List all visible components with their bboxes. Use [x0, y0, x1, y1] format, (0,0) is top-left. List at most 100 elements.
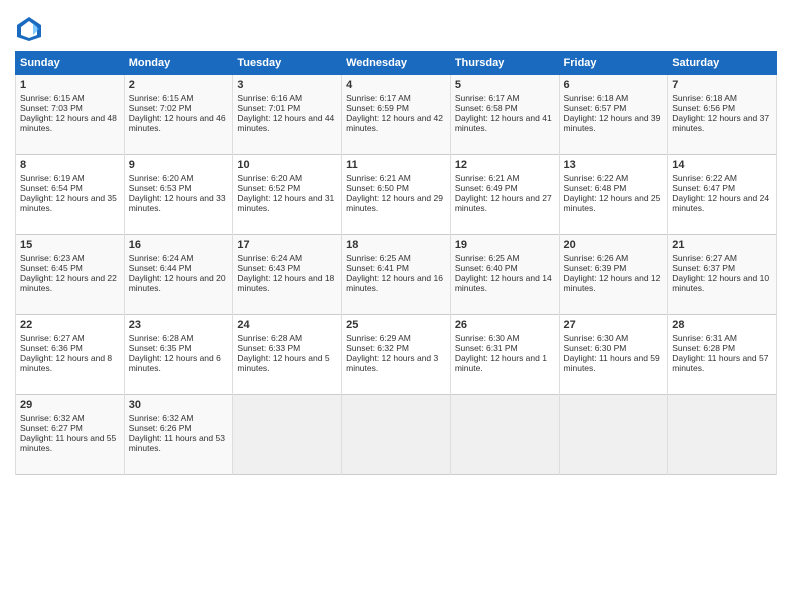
daylight-label: Daylight: 12 hours and 39 minutes.	[564, 113, 661, 133]
cell-3-2: 16Sunrise: 6:24 AMSunset: 6:44 PMDayligh…	[124, 235, 233, 315]
cell-5-5	[450, 395, 559, 475]
cell-1-5: 5Sunrise: 6:17 AMSunset: 6:58 PMDaylight…	[450, 75, 559, 155]
cell-3-4: 18Sunrise: 6:25 AMSunset: 6:41 PMDayligh…	[342, 235, 451, 315]
sunrise-label: Sunrise: 6:15 AM	[129, 93, 194, 103]
day-number: 29	[20, 399, 120, 411]
sunrise-label: Sunrise: 6:31 AM	[672, 333, 737, 343]
sunrise-label: Sunrise: 6:28 AM	[129, 333, 194, 343]
sunset-label: Sunset: 6:30 PM	[564, 343, 627, 353]
daylight-label: Daylight: 12 hours and 8 minutes.	[20, 353, 112, 373]
cell-4-4: 25Sunrise: 6:29 AMSunset: 6:32 PMDayligh…	[342, 315, 451, 395]
sunset-label: Sunset: 6:57 PM	[564, 103, 627, 113]
cell-2-4: 11Sunrise: 6:21 AMSunset: 6:50 PMDayligh…	[342, 155, 451, 235]
day-number: 8	[20, 159, 120, 171]
week-row-2: 8Sunrise: 6:19 AMSunset: 6:54 PMDaylight…	[16, 155, 777, 235]
daylight-label: Daylight: 12 hours and 24 minutes.	[672, 193, 769, 213]
daylight-label: Daylight: 12 hours and 6 minutes.	[129, 353, 221, 373]
sunrise-label: Sunrise: 6:30 AM	[564, 333, 629, 343]
daylight-label: Daylight: 12 hours and 16 minutes.	[346, 273, 443, 293]
logo	[15, 15, 47, 43]
daylight-label: Daylight: 11 hours and 57 minutes.	[672, 353, 768, 373]
daylight-label: Daylight: 12 hours and 35 minutes.	[20, 193, 117, 213]
sunrise-label: Sunrise: 6:32 AM	[129, 413, 194, 423]
sunset-label: Sunset: 6:45 PM	[20, 263, 83, 273]
daylight-label: Daylight: 12 hours and 29 minutes.	[346, 193, 443, 213]
sunrise-label: Sunrise: 6:27 AM	[20, 333, 85, 343]
day-number: 23	[129, 319, 229, 331]
sunrise-label: Sunrise: 6:20 AM	[237, 173, 302, 183]
sunset-label: Sunset: 6:58 PM	[455, 103, 518, 113]
daylight-label: Daylight: 12 hours and 14 minutes.	[455, 273, 552, 293]
week-row-3: 15Sunrise: 6:23 AMSunset: 6:45 PMDayligh…	[16, 235, 777, 315]
daylight-label: Daylight: 12 hours and 41 minutes.	[455, 113, 552, 133]
sunset-label: Sunset: 6:59 PM	[346, 103, 409, 113]
sunset-label: Sunset: 6:39 PM	[564, 263, 627, 273]
sunrise-label: Sunrise: 6:21 AM	[455, 173, 520, 183]
sunset-label: Sunset: 6:37 PM	[672, 263, 735, 273]
cell-1-7: 7Sunrise: 6:18 AMSunset: 6:56 PMDaylight…	[668, 75, 777, 155]
sunset-label: Sunset: 6:56 PM	[672, 103, 735, 113]
sunset-label: Sunset: 6:53 PM	[129, 183, 192, 193]
day-number: 12	[455, 159, 555, 171]
cell-2-7: 14Sunrise: 6:22 AMSunset: 6:47 PMDayligh…	[668, 155, 777, 235]
sunrise-label: Sunrise: 6:18 AM	[564, 93, 629, 103]
sunset-label: Sunset: 6:47 PM	[672, 183, 735, 193]
cell-5-3	[233, 395, 342, 475]
cell-2-5: 12Sunrise: 6:21 AMSunset: 6:49 PMDayligh…	[450, 155, 559, 235]
daylight-label: Daylight: 12 hours and 1 minute.	[455, 353, 547, 373]
daylight-label: Daylight: 12 hours and 44 minutes.	[237, 113, 334, 133]
day-number: 10	[237, 159, 337, 171]
sunrise-label: Sunrise: 6:32 AM	[20, 413, 85, 423]
cell-1-3: 3Sunrise: 6:16 AMSunset: 7:01 PMDaylight…	[233, 75, 342, 155]
daylight-label: Daylight: 12 hours and 27 minutes.	[455, 193, 552, 213]
cell-3-1: 15Sunrise: 6:23 AMSunset: 6:45 PMDayligh…	[16, 235, 125, 315]
sunset-label: Sunset: 6:52 PM	[237, 183, 300, 193]
sunset-label: Sunset: 6:31 PM	[455, 343, 518, 353]
sunrise-label: Sunrise: 6:29 AM	[346, 333, 411, 343]
calendar-table: SundayMondayTuesdayWednesdayThursdayFrid…	[15, 51, 777, 475]
daylight-label: Daylight: 12 hours and 10 minutes.	[672, 273, 769, 293]
sunrise-label: Sunrise: 6:18 AM	[672, 93, 737, 103]
sunrise-label: Sunrise: 6:17 AM	[346, 93, 411, 103]
sunrise-label: Sunrise: 6:24 AM	[237, 253, 302, 263]
week-row-1: 1 Sunrise: 6:15 AM Sunset: 7:03 PM Daylight…	[16, 75, 777, 155]
sunset-label: Sunset: 7:03 PM	[20, 103, 83, 113]
daylight-label: Daylight: 12 hours and 3 minutes.	[346, 353, 438, 373]
page: SundayMondayTuesdayWednesdayThursdayFrid…	[0, 0, 792, 612]
daylight-label: Daylight: 11 hours and 55 minutes.	[20, 433, 116, 453]
col-header-monday: Monday	[124, 52, 233, 75]
day-number: 18	[346, 239, 446, 251]
sunset-label: Sunset: 6:33 PM	[237, 343, 300, 353]
day-number: 9	[129, 159, 229, 171]
week-row-5: 29Sunrise: 6:32 AMSunset: 6:27 PMDayligh…	[16, 395, 777, 475]
sunrise-label: Sunrise: 6:16 AM	[237, 93, 302, 103]
cell-4-5: 26Sunrise: 6:30 AMSunset: 6:31 PMDayligh…	[450, 315, 559, 395]
daylight-label: Daylight: 12 hours and 22 minutes.	[20, 273, 117, 293]
sunrise-label: Sunrise: 6:24 AM	[129, 253, 194, 263]
day-number: 24	[237, 319, 337, 331]
daylight-label: Daylight: 12 hours and 25 minutes.	[564, 193, 661, 213]
col-header-friday: Friday	[559, 52, 668, 75]
day-number: 3	[237, 79, 337, 91]
daylight-label: Daylight: 12 hours and 37 minutes.	[672, 113, 769, 133]
day-number: 25	[346, 319, 446, 331]
cell-3-5: 19Sunrise: 6:25 AMSunset: 6:40 PMDayligh…	[450, 235, 559, 315]
cell-1-1: 1Sunrise: 6:15 AMSunset: 7:03 PMDaylight…	[16, 75, 125, 155]
cell-5-7	[668, 395, 777, 475]
sunrise-label: Sunrise: 6:20 AM	[129, 173, 194, 183]
day-number: 22	[20, 319, 120, 331]
sunset-label: Sunset: 6:26 PM	[129, 423, 192, 433]
day-number: 4	[346, 79, 446, 91]
sunrise-label: Sunrise: 6:25 AM	[455, 253, 520, 263]
cell-2-2: 9Sunrise: 6:20 AMSunset: 6:53 PMDaylight…	[124, 155, 233, 235]
sunrise-label: Sunrise: 6:25 AM	[346, 253, 411, 263]
day-number: 1	[20, 79, 120, 91]
day-number: 28	[672, 319, 772, 331]
day-number: 11	[346, 159, 446, 171]
header-row: SundayMondayTuesdayWednesdayThursdayFrid…	[16, 52, 777, 75]
sunset-label: Sunset: 6:43 PM	[237, 263, 300, 273]
sunset-label: Sunset: 6:54 PM	[20, 183, 83, 193]
sunrise-label: Sunrise: 6:19 AM	[20, 173, 85, 183]
sunrise-label: Sunrise: 6:22 AM	[672, 173, 737, 183]
daylight-label: Daylight: 12 hours and 31 minutes.	[237, 193, 334, 213]
